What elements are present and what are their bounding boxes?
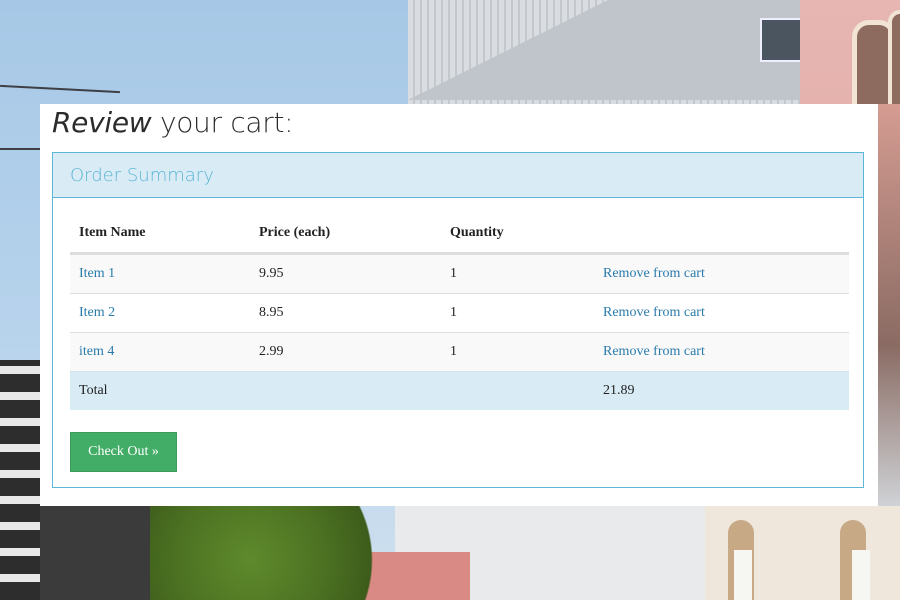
order-summary-header: Order Summary: [53, 153, 863, 198]
column: [734, 550, 752, 600]
item-quantity: 1: [441, 253, 594, 294]
column-header-price: Price (each): [250, 214, 441, 255]
column-header-quantity: Quantity: [441, 214, 594, 255]
table-row: Item 1 9.95 1 Remove from cart: [70, 253, 849, 294]
item-name-link[interactable]: Item 1: [79, 266, 115, 281]
building-edge: [878, 104, 900, 506]
total-spacer: [250, 371, 441, 410]
arched-window: [888, 10, 900, 118]
total-label: Total: [70, 371, 250, 410]
tree: [150, 500, 400, 600]
total-row: Total 21.89: [70, 371, 849, 410]
column-header-item-name: Item Name: [70, 214, 250, 255]
remove-from-cart-link[interactable]: Remove from cart: [603, 266, 705, 281]
page-title: Review your cart:: [52, 106, 294, 139]
remove-from-cart-link[interactable]: Remove from cart: [603, 344, 705, 359]
total-spacer: [441, 371, 594, 410]
page-title-rest: your cart:: [151, 106, 294, 139]
cart-panel: Review your cart: Order Summary Item Nam…: [40, 104, 878, 506]
item-quantity: 1: [441, 332, 594, 372]
item-name-link[interactable]: item 4: [79, 344, 114, 359]
power-line: [0, 148, 40, 150]
column: [852, 550, 870, 600]
mural-wall: [0, 360, 42, 600]
table-row: item 4 2.99 1 Remove from cart: [70, 332, 849, 372]
check-out-button[interactable]: Check Out »: [70, 432, 177, 472]
order-summary-panel: Order Summary Item Name Price (each) Qua…: [52, 152, 864, 488]
remove-from-cart-link[interactable]: Remove from cart: [603, 305, 705, 320]
page-title-emphasis: Review: [52, 106, 152, 139]
table-header-row: Item Name Price (each) Quantity: [70, 214, 849, 255]
order-summary-title: Order Summary: [70, 165, 214, 186]
column-header-action: [594, 214, 849, 255]
item-quantity: 1: [441, 293, 594, 333]
item-price: 2.99: [250, 332, 441, 372]
item-price: 8.95: [250, 293, 441, 333]
item-price: 9.95: [250, 253, 441, 294]
cart-table: Item Name Price (each) Quantity Item 1 9…: [70, 214, 849, 410]
table-row: Item 2 8.95 1 Remove from cart: [70, 293, 849, 333]
total-value: 21.89: [594, 371, 849, 410]
item-name-link[interactable]: Item 2: [79, 305, 115, 320]
